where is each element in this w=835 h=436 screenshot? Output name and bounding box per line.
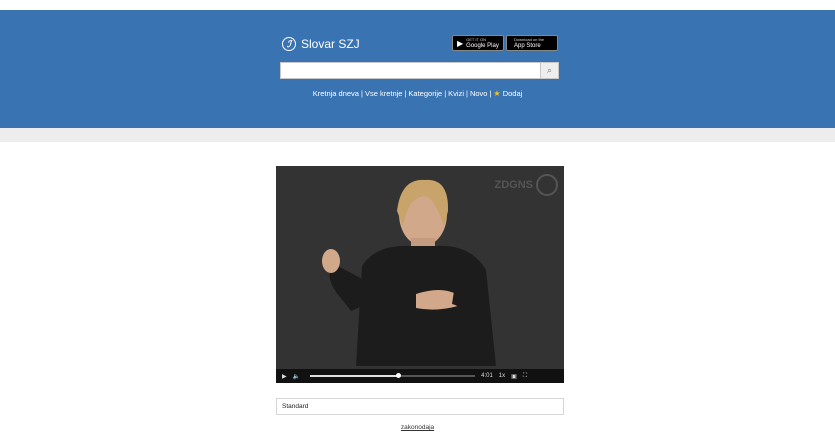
nav-vse-kretnje[interactable]: Vse kretnje [365,89,403,98]
brand[interactable]: ℐ Slovar SZJ [282,36,360,52]
nav-kategorije[interactable]: Kategorije [408,89,442,98]
nav-separator: | [360,89,363,98]
nav-separator: | [489,89,492,98]
video-player[interactable]: ZDGNS ▶ 🔈 4:01 1x ▣ ⛶ [276,166,564,383]
app-store-line2: App Store [514,43,541,49]
nav-novo[interactable]: Novo [470,89,488,98]
play-icon[interactable]: ▶ [282,373,287,380]
watermark-text: ZDGNS [494,179,534,191]
progress-fill [310,375,398,377]
header-divider-band [0,128,835,142]
footer-link[interactable]: zakonodaja [0,424,835,431]
google-play-line1: GET IT ON [466,37,487,42]
watermark: ZDGNS [494,174,558,196]
time-display: 4:01 [481,373,493,379]
nav-separator: | [444,89,447,98]
main-nav: Kretnja dneva | Vse kretnje | Kategorije | Kvi… [0,89,835,98]
nav-dodaj[interactable]: Dodaj [503,89,523,98]
star-icon: ★ [493,89,501,98]
google-play-badge[interactable]: ▶ GET IT ON Google Play [452,35,504,51]
google-play-line2: Google Play [466,43,499,49]
brand-name: Slovar SZJ [301,37,360,51]
video-controls: ▶ 🔈 4:01 1x ▣ ⛶ [276,369,564,383]
search-icon: ⌕ [546,65,553,75]
progress-bar[interactable] [310,373,476,378]
play-store-icon: ▶ [457,38,464,48]
nav-separator: | [466,89,468,98]
speed-button[interactable]: 1x [499,373,505,379]
app-store-badge[interactable]: Download on the App Store [506,35,558,51]
watermark-logo-icon [536,174,558,196]
logo-icon: ℐ [282,37,296,51]
quality-select[interactable]: Standard [276,398,564,415]
nav-kvizi[interactable]: Kvizi [448,89,464,98]
nav-separator: | [404,89,407,98]
progress-handle[interactable] [395,373,401,378]
fullscreen-icon[interactable]: ⛶ [523,373,527,380]
search-input[interactable] [280,62,559,79]
volume-icon[interactable]: 🔈 [293,373,300,380]
picture-in-picture-icon[interactable]: ▣ [511,373,517,380]
nav-kretnja-dneva[interactable]: Kretnja dneva [313,89,359,98]
app-store-line1: Download on the [514,37,545,42]
search-button[interactable]: ⌕ [540,62,559,79]
signer-figure [322,179,496,366]
